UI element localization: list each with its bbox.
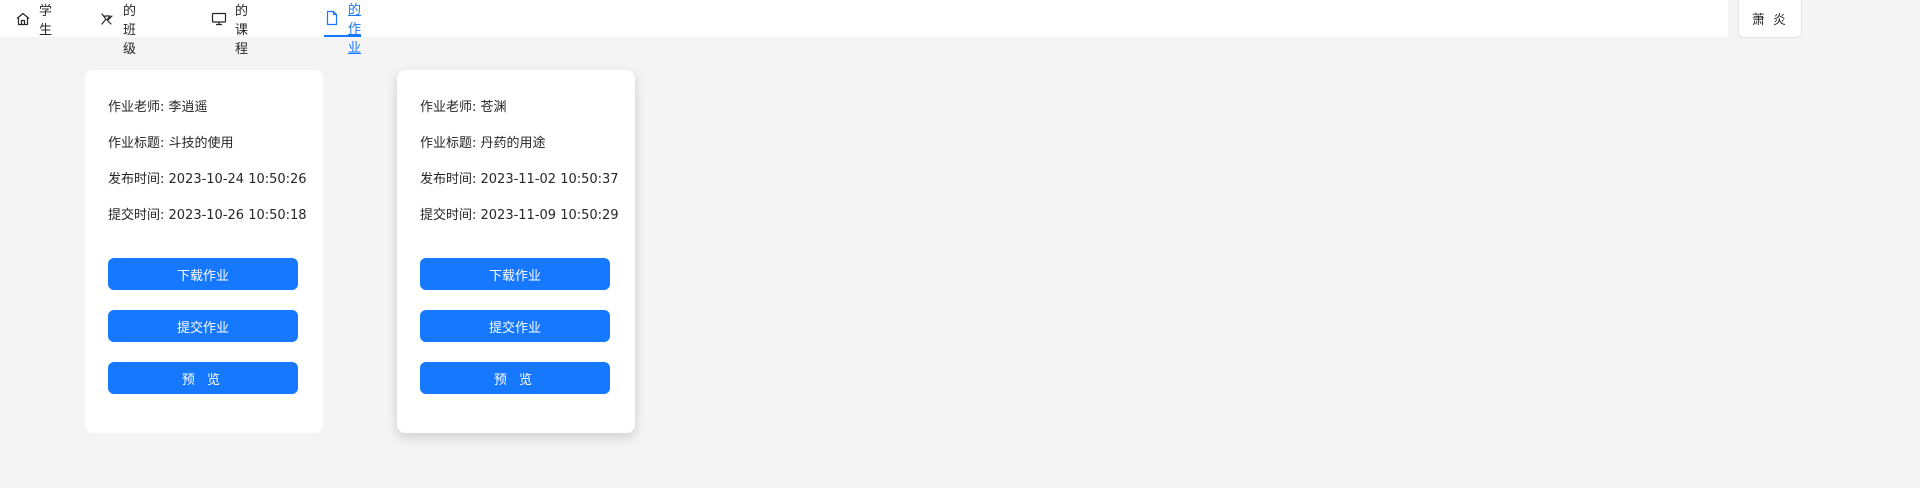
submit-homework-button[interactable]: 提交作业	[420, 310, 610, 342]
download-homework-button[interactable]: 下载作业	[108, 258, 298, 290]
home-icon	[15, 11, 31, 27]
homework-card: 作业老师: 李逍遥 作业标题: 斗技的使用 发布时间: 2023-10-24 1…	[85, 70, 323, 433]
class-icon	[99, 11, 115, 27]
user-name-button[interactable]: 萧 炎	[1738, 0, 1802, 38]
preview-button[interactable]: 预 览	[108, 362, 298, 394]
submit-homework-button[interactable]: 提交作业	[108, 310, 298, 342]
nav-item-student[interactable]: 学生	[15, 0, 53, 38]
homework-submit-time: 提交时间: 2023-10-26 10:50:18	[108, 208, 307, 223]
homework-card: 作业老师: 苍渊 作业标题: 丹药的用途 发布时间: 2023-11-02 10…	[397, 70, 635, 433]
homework-title: 作业标题: 斗技的使用	[108, 136, 234, 151]
nav-item-my-homework[interactable]: 我的作业	[324, 0, 362, 56]
homework-publish-time: 发布时间: 2023-10-24 10:50:26	[108, 172, 307, 187]
monitor-icon	[211, 11, 227, 27]
nav-item-my-course-label: 我的课程	[235, 3, 249, 57]
nav-item-my-class[interactable]: 我的班级	[99, 0, 136, 57]
nav-item-student-label: 学生	[39, 3, 53, 38]
download-homework-button[interactable]: 下载作业	[420, 258, 610, 290]
nav-item-my-course[interactable]: 我的课程	[211, 0, 248, 57]
homework-teacher: 作业老师: 李逍遥	[108, 100, 208, 115]
homework-submit-time: 提交时间: 2023-11-09 10:50:29	[420, 208, 619, 223]
preview-button[interactable]: 预 览	[420, 362, 610, 394]
top-navigation-bar: 学生 我的班级 我的课程 我的作业	[0, 0, 1728, 57]
homework-title: 作业标题: 丹药的用途	[420, 136, 546, 151]
nav-item-my-class-label: 我的班级	[123, 3, 137, 57]
file-icon	[324, 10, 340, 26]
nav-item-my-homework-label: 我的作业	[348, 2, 362, 56]
homework-publish-time: 发布时间: 2023-11-02 10:50:37	[420, 172, 619, 187]
homework-teacher: 作业老师: 苍渊	[420, 100, 507, 115]
